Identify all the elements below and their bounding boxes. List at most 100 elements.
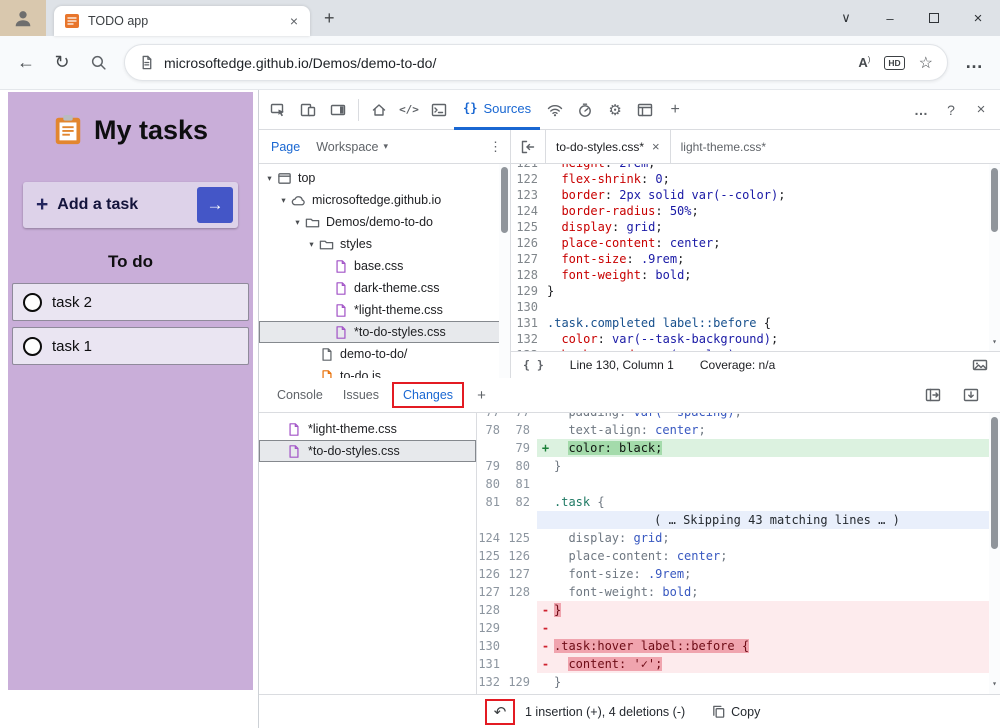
hd-button[interactable]: HD bbox=[884, 56, 904, 70]
search-button[interactable] bbox=[80, 45, 116, 81]
tree-item[interactable]: *light-theme.css bbox=[259, 299, 510, 321]
console-tab-button[interactable] bbox=[424, 94, 454, 126]
tree-scrollbar[interactable] bbox=[499, 164, 510, 378]
editor-scrollbar[interactable]: ▾ bbox=[989, 164, 1000, 351]
diff-row[interactable]: 130 - .task:hover label::before { bbox=[477, 637, 1000, 655]
scroll-down-arrow-icon[interactable]: ▾ bbox=[989, 334, 1000, 350]
code-editor[interactable]: 121 height: 2rem; 122 flex-shrink: 0; 12… bbox=[511, 164, 1000, 351]
tree-item[interactable]: ▾ microsoftedge.github.io bbox=[259, 189, 510, 211]
diff-row[interactable]: 79 + color: black; bbox=[477, 439, 1000, 457]
code-line[interactable]: 122 flex-shrink: 0; bbox=[511, 171, 1000, 187]
window-menu-chevron-icon[interactable]: ∨ bbox=[824, 0, 868, 36]
code-line[interactable]: 123 border: 2px solid var(--color); bbox=[511, 187, 1000, 203]
elements-tab-button[interactable]: </> bbox=[394, 94, 424, 126]
diff-row[interactable]: ( … Skipping 43 matching lines … ) bbox=[477, 511, 1000, 529]
tree-item[interactable]: *to-do-styles.css bbox=[259, 321, 510, 343]
expander-icon[interactable]: ▾ bbox=[263, 173, 276, 184]
expander-icon[interactable]: ▾ bbox=[277, 195, 290, 206]
media-button[interactable] bbox=[972, 357, 988, 373]
browser-more-button[interactable]: … bbox=[956, 45, 992, 81]
diff-view[interactable]: 77 77 padding: var(--spacing); 78 78 tex… bbox=[477, 413, 1000, 694]
diff-row[interactable]: 129 - bbox=[477, 619, 1000, 637]
dock-side-button[interactable] bbox=[323, 94, 353, 126]
changed-file-item[interactable]: *to-do-styles.css bbox=[259, 440, 476, 462]
back-button[interactable]: ← bbox=[8, 45, 44, 81]
line-number[interactable]: 132 bbox=[511, 331, 547, 347]
line-number[interactable]: 125 bbox=[511, 219, 547, 235]
devtools-overflow-button[interactable]: … bbox=[906, 94, 936, 126]
tree-item[interactable]: dark-theme.css bbox=[259, 277, 510, 299]
address-bar[interactable]: microsoftedge.github.io/Demos/demo-to-do… bbox=[124, 44, 948, 81]
drawer-more-tabs-button[interactable]: + bbox=[467, 387, 496, 404]
code-line[interactable]: 130 bbox=[511, 299, 1000, 315]
code-line[interactable]: 131 .task.completed label::before { bbox=[511, 315, 1000, 331]
diff-row[interactable]: 80 81 bbox=[477, 475, 1000, 493]
scrollbar-thumb[interactable] bbox=[501, 167, 508, 233]
performance-tab-button[interactable] bbox=[570, 94, 600, 126]
diff-row[interactable]: 132 129 } bbox=[477, 673, 1000, 691]
navigator-tab-page[interactable]: Page bbox=[271, 140, 300, 154]
diff-row[interactable]: 125 126 place-content: center; bbox=[477, 547, 1000, 565]
task-item[interactable]: task 2 bbox=[12, 283, 249, 321]
tree-item[interactable]: ▾ Demos/demo-to-do bbox=[259, 211, 510, 233]
maximize-button[interactable] bbox=[912, 0, 956, 36]
memory-tab-button[interactable]: ⚙ bbox=[600, 94, 630, 126]
line-number[interactable]: 122 bbox=[511, 171, 547, 187]
code-line[interactable]: 128 font-weight: bold; bbox=[511, 267, 1000, 283]
tab-changes[interactable]: Changes bbox=[392, 382, 464, 408]
welcome-tab-button[interactable] bbox=[364, 94, 394, 126]
code-line[interactable]: 125 display: grid; bbox=[511, 219, 1000, 235]
tab-issues[interactable]: Issues bbox=[333, 388, 389, 402]
inspect-button[interactable] bbox=[263, 94, 293, 126]
code-line[interactable]: 129 } bbox=[511, 283, 1000, 299]
tree-item[interactable]: base.css bbox=[259, 255, 510, 277]
close-icon[interactable]: × bbox=[652, 139, 660, 154]
diff-row[interactable]: 77 77 padding: var(--spacing); bbox=[477, 413, 1000, 421]
line-number[interactable]: 131 bbox=[511, 315, 547, 331]
devtools-help-button[interactable]: ? bbox=[936, 94, 966, 126]
browser-tab[interactable]: TODO app × bbox=[54, 6, 310, 36]
more-tabs-button[interactable]: + bbox=[660, 94, 690, 126]
url-text[interactable]: microsoftedge.github.io/Demos/demo-to-do… bbox=[164, 55, 844, 71]
read-aloud-button[interactable]: A) bbox=[858, 55, 870, 70]
expand-panel-button[interactable] bbox=[956, 379, 986, 411]
devtools-close-button[interactable]: × bbox=[966, 94, 996, 126]
submit-task-button[interactable]: → bbox=[197, 187, 233, 223]
window-close-button[interactable]: × bbox=[956, 0, 1000, 36]
sidebar-toggle-button[interactable] bbox=[918, 379, 948, 411]
format-braces-icon[interactable]: { } bbox=[523, 358, 544, 372]
code-line[interactable]: 126 place-content: center; bbox=[511, 235, 1000, 251]
changed-file-item[interactable]: *light-theme.css bbox=[259, 418, 476, 440]
code-line[interactable]: 121 height: 2rem; bbox=[511, 164, 1000, 171]
new-tab-button[interactable]: + bbox=[324, 8, 335, 29]
tab-console[interactable]: Console bbox=[267, 388, 333, 402]
expander-icon[interactable]: ▾ bbox=[305, 239, 318, 250]
diff-row[interactable]: 78 78 text-align: center; bbox=[477, 421, 1000, 439]
diff-row[interactable]: 126 127 font-size: .9rem; bbox=[477, 565, 1000, 583]
task-item[interactable]: task 1 bbox=[12, 327, 249, 365]
copy-button[interactable]: Copy bbox=[711, 704, 760, 719]
application-tab-button[interactable] bbox=[630, 94, 660, 126]
favorites-star-icon[interactable]: ☆ bbox=[919, 53, 933, 73]
tab-sources[interactable]: {} Sources bbox=[454, 90, 540, 130]
editor-tab-inactive[interactable]: light-theme.css* bbox=[671, 130, 776, 163]
diff-row[interactable]: 127 128 font-weight: bold; bbox=[477, 583, 1000, 601]
hide-navigator-button[interactable] bbox=[514, 130, 542, 163]
task-checkbox[interactable] bbox=[23, 337, 42, 356]
code-line[interactable]: 132 color: var(--task-background); bbox=[511, 331, 1000, 347]
code-line[interactable]: 133 background: var(--color); bbox=[511, 347, 1000, 351]
line-number[interactable]: 133 bbox=[511, 347, 547, 351]
navigator-tab-workspace[interactable]: Workspace▾ bbox=[316, 140, 388, 154]
add-task-button[interactable]: + Add a task → bbox=[23, 182, 238, 228]
minimize-button[interactable]: – bbox=[868, 0, 912, 36]
device-emulation-button[interactable] bbox=[293, 94, 323, 126]
navigator-more-icon[interactable]: ⋮ bbox=[489, 139, 502, 155]
task-checkbox[interactable] bbox=[23, 293, 42, 312]
tree-item[interactable]: to-do.js bbox=[259, 365, 510, 378]
diff-row[interactable]: 128 - } bbox=[477, 601, 1000, 619]
diff-row[interactable]: 81 82 .task { bbox=[477, 493, 1000, 511]
code-line[interactable]: 124 border-radius: 50%; bbox=[511, 203, 1000, 219]
line-number[interactable]: 127 bbox=[511, 251, 547, 267]
revert-changes-button[interactable]: ↶ bbox=[485, 699, 515, 725]
site-info-icon[interactable] bbox=[139, 55, 154, 70]
